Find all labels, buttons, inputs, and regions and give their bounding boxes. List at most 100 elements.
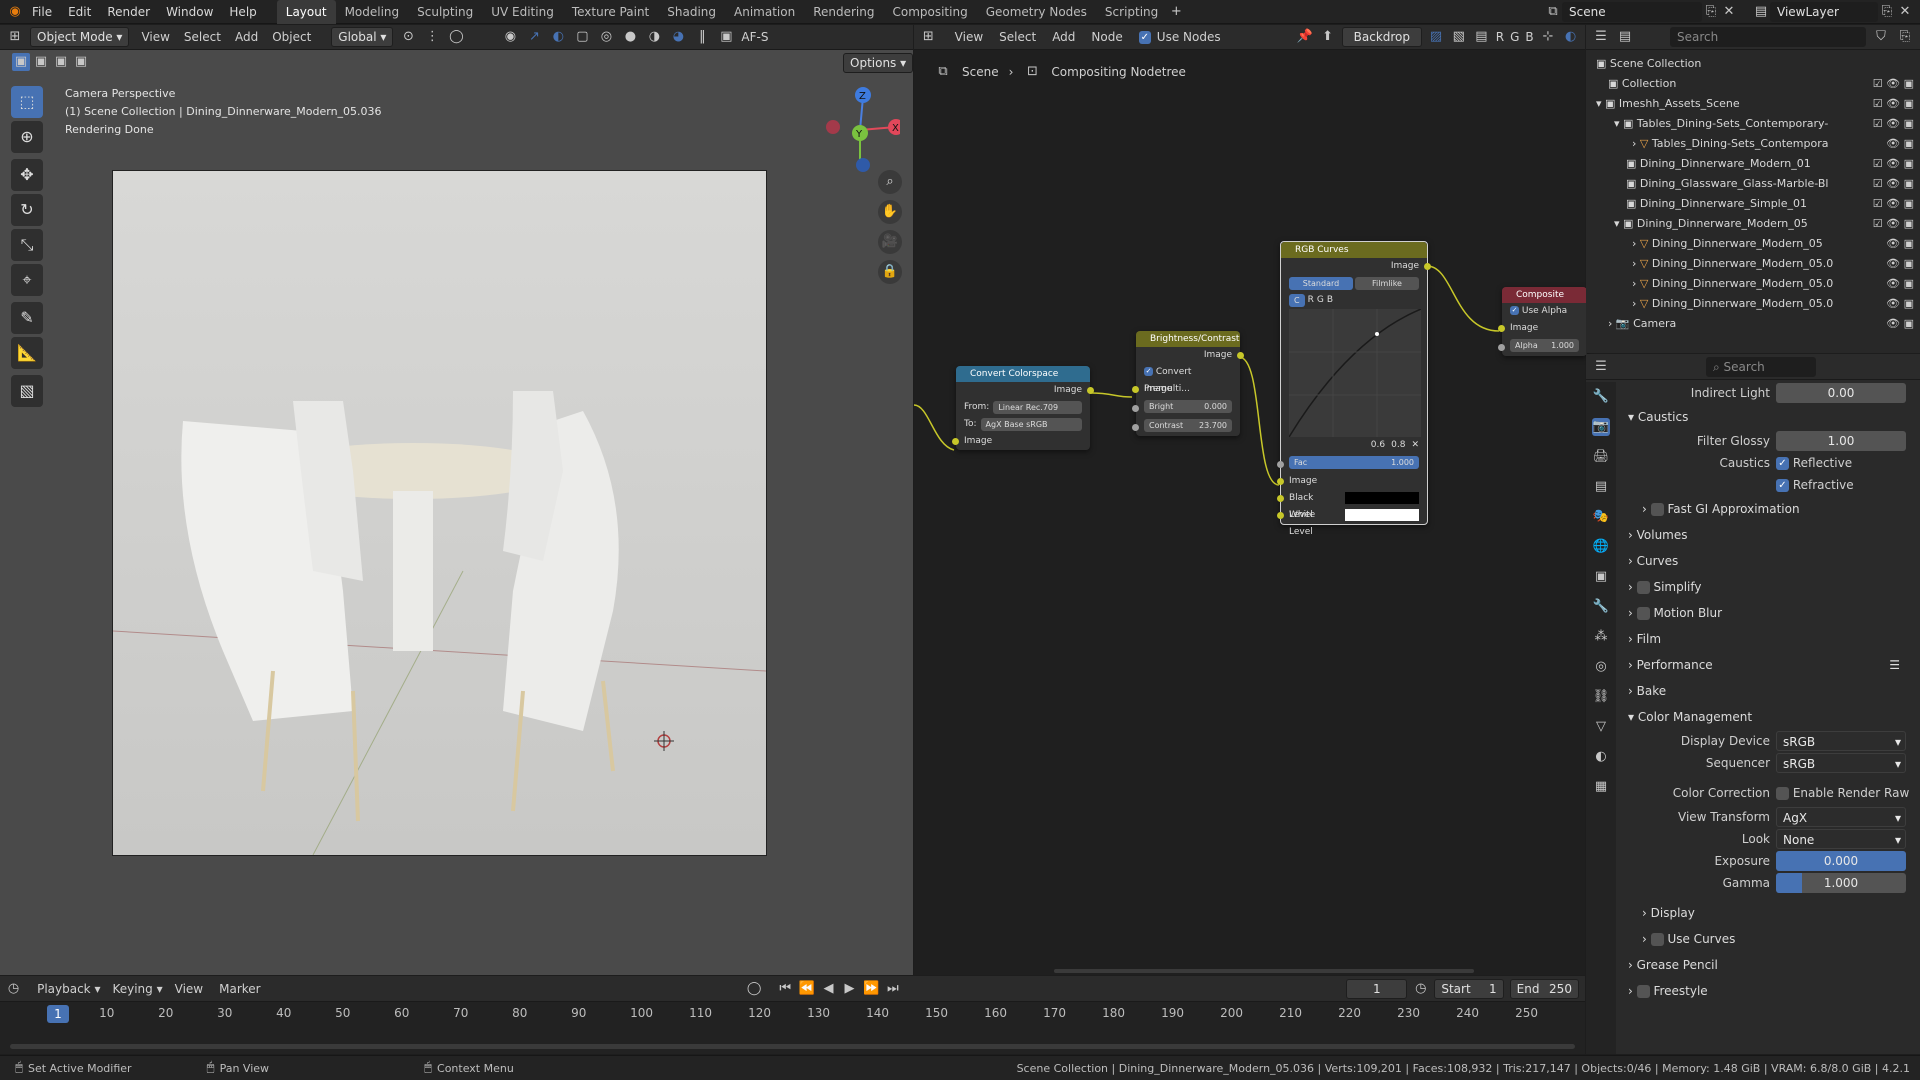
row-visibility-icon[interactable]: 👁 ▣	[1886, 134, 1914, 154]
select-subtract-icon[interactable]: ▣	[52, 53, 70, 71]
preview-range-icon[interactable]: ◷	[1413, 980, 1428, 998]
to-select[interactable]: AgX Base sRGB	[980, 418, 1082, 431]
current-frame-field[interactable]: 1	[1346, 978, 1408, 999]
rotate-tool[interactable]: ↻	[11, 194, 43, 226]
tab-modeling[interactable]: Modeling	[336, 0, 409, 24]
motion-blur-panel-header[interactable]: › Motion Blur	[1616, 600, 1920, 626]
timeline-menu-marker[interactable]: Marker	[219, 982, 260, 996]
point-x-value[interactable]: 0.6	[1371, 437, 1385, 454]
render-raw-checkbox[interactable]	[1776, 787, 1789, 800]
row-visibility-icon[interactable]: ☑ 👁 ▣	[1873, 74, 1914, 94]
measure-tool[interactable]: 📐	[11, 337, 43, 369]
tool-tab-icon[interactable]: 🔧	[1592, 388, 1610, 406]
blender-logo-icon[interactable]: ◉	[6, 3, 24, 21]
view-transform-select[interactable]: AgX ▾	[1776, 807, 1906, 827]
end-frame-field[interactable]: End 250	[1509, 978, 1579, 999]
list-icon[interactable]: ☰	[1889, 652, 1900, 678]
curves-panel-header[interactable]: › Curves	[1616, 548, 1920, 574]
outliner-row[interactable]: ▾ ▣ Dining_Dinnerware_Modern_05 ☑ 👁 ▣	[1586, 214, 1920, 234]
output-socket[interactable]	[1424, 263, 1431, 270]
use-curves-panel-header[interactable]: › Use Curves	[1616, 926, 1920, 952]
delete-scene-icon[interactable]: ✕	[1720, 3, 1738, 21]
add-workspace-icon[interactable]: +	[1167, 3, 1185, 21]
curve-graph[interactable]	[1289, 309, 1421, 437]
delete-point-icon[interactable]: ✕	[1411, 437, 1419, 454]
play-icon[interactable]: ▶	[842, 980, 857, 998]
zoom-icon[interactable]: ⌕	[878, 170, 902, 194]
constraints-tab-icon[interactable]: ⛓	[1592, 688, 1610, 706]
alpha-field[interactable]: Alpha 1.000	[1510, 339, 1579, 352]
tab-layout[interactable]: Layout	[276, 0, 336, 24]
editor-type-icon[interactable]: ⊞	[6, 28, 24, 46]
row-visibility-icon[interactable]: 👁 ▣	[1886, 314, 1914, 334]
scene-selector[interactable]: Scene	[1562, 1, 1702, 22]
input-socket[interactable]	[1277, 478, 1284, 485]
view-layer-tab-icon[interactable]: ▤	[1592, 478, 1610, 496]
row-visibility-icon[interactable]: ☑ 👁 ▣	[1873, 214, 1914, 234]
reflective-checkbox[interactable]: ✓	[1776, 457, 1789, 470]
refractive-checkbox[interactable]: ✓	[1776, 479, 1789, 492]
overlay-toggle-icon[interactable]: ◐	[549, 28, 567, 46]
scene-tab-icon[interactable]: 🎭	[1592, 508, 1610, 526]
snap-icon[interactable]: ⋮	[423, 28, 441, 46]
timeline-ruler[interactable]: 1102030405060708090100110120130140150160…	[0, 1006, 1585, 1024]
exposure-field[interactable]: 0.000	[1776, 851, 1906, 871]
contrast-field[interactable]: Contrast 23.700	[1144, 419, 1232, 432]
viewport-menu-add[interactable]: Add	[235, 30, 258, 44]
transform-tool[interactable]: ⌖	[11, 264, 43, 296]
play-reverse-icon[interactable]: ◀	[821, 980, 836, 998]
alpha-socket[interactable]	[1498, 344, 1505, 351]
cursor-tool[interactable]: ⊕	[11, 121, 43, 153]
node-scrollbar[interactable]	[1054, 969, 1474, 973]
indirect-light-field[interactable]: 0.00	[1776, 383, 1906, 403]
motion-blur-checkbox[interactable]	[1636, 607, 1650, 620]
channel-g-button[interactable]: G	[1317, 292, 1324, 309]
proportional-icon[interactable]: ◯	[447, 28, 465, 46]
use-curves-checkbox[interactable]	[1650, 933, 1664, 946]
jump-end-icon[interactable]: ⏭	[885, 980, 900, 998]
timeline-menu-keying[interactable]: Keying ▾	[112, 982, 162, 996]
outliner-search[interactable]: Search	[1670, 27, 1866, 47]
freestyle-panel-header[interactable]: › Freestyle	[1616, 978, 1920, 1004]
channel-b-button[interactable]: B	[1327, 292, 1333, 309]
solid-shading-icon[interactable]: ●	[621, 28, 639, 46]
properties-type-icon[interactable]: ☰	[1592, 358, 1610, 376]
world-tab-icon[interactable]: 🌐	[1592, 538, 1610, 556]
xray-icon[interactable]: ▢	[573, 28, 591, 46]
fac-field[interactable]: Fac 1.000	[1289, 456, 1419, 469]
black-level-swatch[interactable]	[1345, 492, 1419, 504]
view-layer-selector[interactable]: ViewLayer	[1770, 1, 1878, 22]
add-cube-tool[interactable]: ▧	[11, 375, 43, 407]
grease-pencil-panel-header[interactable]: › Grease Pencil	[1616, 952, 1920, 978]
use-alpha-checkbox[interactable]: ✓	[1510, 306, 1519, 315]
outliner-row[interactable]: › ▽ Dining_Dinnerware_Modern_05.0 👁 ▣	[1586, 274, 1920, 294]
record-icon[interactable]: ◯	[747, 980, 762, 998]
start-frame-field[interactable]: Start 1	[1434, 978, 1504, 999]
row-visibility-icon[interactable]: ☑ 👁 ▣	[1873, 154, 1914, 174]
white-level-swatch[interactable]	[1345, 509, 1419, 521]
outliner-row[interactable]: › ▽ Dining_Dinnerware_Modern_05.0 👁 ▣	[1586, 294, 1920, 314]
view-layer-icon[interactable]: ▤	[1752, 3, 1770, 21]
outliner-row[interactable]: › ▽ Dining_Dinnerware_Modern_05 👁 ▣	[1586, 234, 1920, 254]
bright-field[interactable]: Bright 0.000	[1144, 400, 1232, 413]
bake-panel-header[interactable]: › Bake	[1616, 678, 1920, 704]
bright-socket[interactable]	[1132, 405, 1139, 412]
row-visibility-icon[interactable]: 👁 ▣	[1886, 254, 1914, 274]
premul-checkbox[interactable]: ✓	[1144, 367, 1153, 376]
fac-socket[interactable]	[1277, 461, 1284, 468]
node-rgb-curves[interactable]: RGB Curves Image Standard Filmlike C R G…	[1277, 241, 1431, 537]
outliner-row[interactable]: ▾ ▣ Tables_Dining-Sets_Contemporary- ☑ 👁 …	[1586, 114, 1920, 134]
display-device-select[interactable]: sRGB ▾	[1776, 731, 1906, 751]
volumes-panel-header[interactable]: › Volumes	[1616, 522, 1920, 548]
new-scene-icon[interactable]: ⎘	[1702, 3, 1720, 21]
menu-window[interactable]: Window	[158, 0, 221, 24]
particles-tab-icon[interactable]: ⁂	[1592, 628, 1610, 646]
options-button[interactable]: Options ▾	[843, 53, 914, 73]
wireframe-shading-icon[interactable]: ◎	[597, 28, 615, 46]
look-select[interactable]: None ▾	[1776, 829, 1906, 849]
data-tab-icon[interactable]: ▽	[1592, 718, 1610, 736]
tab-shading[interactable]: Shading	[658, 0, 725, 24]
timeline-menu-view[interactable]: View	[175, 982, 203, 996]
performance-panel-header[interactable]: › Performance ☰	[1616, 652, 1920, 678]
row-visibility-icon[interactable]: ☑ 👁 ▣	[1873, 174, 1914, 194]
